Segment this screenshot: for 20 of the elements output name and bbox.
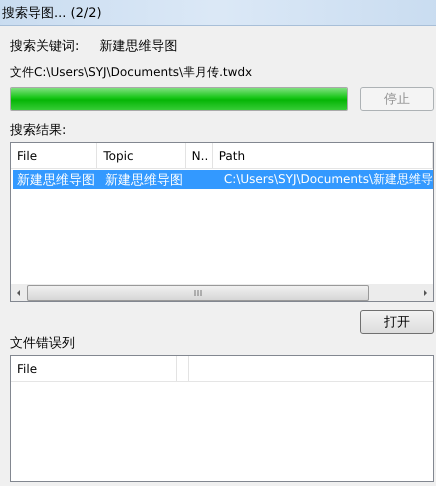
column-header[interactable]: Topic (97, 143, 186, 168)
horizontal-scrollbar[interactable] (11, 284, 433, 301)
table-cell-text: 新建思维导图 (104, 172, 184, 188)
grip-icon (194, 290, 202, 296)
keyword-label: 搜索关键词: (10, 38, 80, 55)
scroll-left-icon[interactable] (15, 288, 23, 296)
window-title: 搜索导图... (2/2) (2, 4, 102, 22)
scrollbar-thumb[interactable] (27, 284, 369, 300)
open-button[interactable]: 打开 (360, 310, 434, 334)
column-header[interactable]: Path (212, 143, 433, 168)
table-cell-text: C:\Users\SYJ\Documents\新建思维导 (222, 171, 433, 188)
column-header[interactable]: N.. (186, 143, 213, 168)
errors-label: 文件错误列 (10, 335, 76, 352)
current-file-text: 文件C:\Users\SYJ\Documents\芈月传.twdx (10, 64, 254, 81)
keyword-value: 新建思维导图 (99, 38, 178, 55)
results-label: 搜索结果: (10, 122, 68, 139)
column-header[interactable]: File (11, 143, 98, 168)
column-header[interactable]: File (11, 356, 177, 381)
table-cell-text: 新建思维导图 (16, 172, 96, 188)
scroll-right-icon[interactable] (421, 288, 429, 296)
